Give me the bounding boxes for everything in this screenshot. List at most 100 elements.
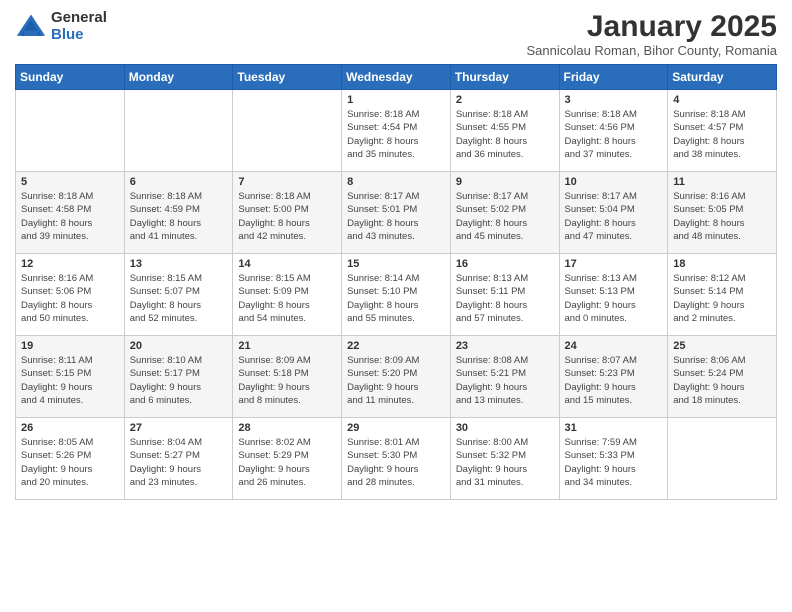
day-number: 20 [130,340,228,352]
calendar-cell [16,90,125,172]
calendar-cell: 10Sunrise: 8:17 AM Sunset: 5:04 PM Dayli… [559,172,668,254]
calendar-cell: 25 Sunrise: 8:06 AM Sunset: 5:24 PM Dayli… [668,336,777,418]
day-info: Sunrise: 8:07 AM Sunset: 5:23 PM Dayligh… [565,354,663,407]
calendar-cell: 21 Sunrise: 8:09 AM Sunset: 5:18 PM Dayli… [233,336,342,418]
calendar-cell: 1Sunrise: 8:18 AM Sunset: 4:54 PM Daylig… [342,90,451,172]
calendar-title: January 2025 [526,10,777,43]
logo: General Blue [15,10,107,43]
day-info: Sunrise: 8:16 AM Sunset: 5:05 PM Dayligh… [673,190,771,243]
day-number: 4 [673,94,771,106]
day-info: Sunrise: 8:18 AM Sunset: 4:58 PM Dayligh… [21,190,119,243]
day-info: Sunrise: 8:18 AM Sunset: 4:55 PM Dayligh… [456,108,554,161]
day-number: 13 [130,258,228,270]
day-info: Sunrise: 8:13 AM Sunset: 5:13 PM Dayligh… [565,272,663,325]
calendar-cell: 14 Sunrise: 8:15 AM Sunset: 5:09 PM Dayli… [233,254,342,336]
calendar-cell: 16Sunrise: 8:13 AM Sunset: 5:11 PM Dayli… [450,254,559,336]
day-info: Sunrise: 7:59 AM Sunset: 5:33 PM Dayligh… [565,436,663,489]
calendar-cell: 2 Sunrise: 8:18 AM Sunset: 4:55 PM Daylig… [450,90,559,172]
logo-blue-text: Blue [51,27,107,44]
calendar-cell: 4 Sunrise: 8:18 AM Sunset: 4:57 PM Daylig… [668,90,777,172]
calendar-cell: 23 Sunrise: 8:08 AM Sunset: 5:21 PM Dayli… [450,336,559,418]
day-number: 2 [456,94,554,106]
day-info: Sunrise: 8:15 AM Sunset: 5:09 PM Dayligh… [238,272,336,325]
day-info: Sunrise: 8:04 AM Sunset: 5:27 PM Dayligh… [130,436,228,489]
calendar-cell: 13 Sunrise: 8:15 AM Sunset: 5:07 PM Dayli… [124,254,233,336]
day-number: 5 [21,176,119,188]
weekday-header-friday: Friday [559,65,668,90]
calendar-cell: 22 Sunrise: 8:09 AM Sunset: 5:20 PM Dayli… [342,336,451,418]
day-number: 24 [565,340,663,352]
day-info: Sunrise: 8:14 AM Sunset: 5:10 PM Dayligh… [347,272,445,325]
day-number: 12 [21,258,119,270]
calendar-cell: 17 Sunrise: 8:13 AM Sunset: 5:13 PM Dayli… [559,254,668,336]
week-row-2: 5 Sunrise: 8:18 AM Sunset: 4:58 PM Daylig… [16,172,777,254]
calendar-cell: 26 Sunrise: 8:05 AM Sunset: 5:26 PM Dayli… [16,418,125,500]
calendar-cell: 28 Sunrise: 8:02 AM Sunset: 5:29 PM Dayli… [233,418,342,500]
day-number: 31 [565,422,663,434]
day-info: Sunrise: 8:02 AM Sunset: 5:29 PM Dayligh… [238,436,336,489]
day-info: Sunrise: 8:01 AM Sunset: 5:30 PM Dayligh… [347,436,445,489]
day-info: Sunrise: 8:11 AM Sunset: 5:15 PM Dayligh… [21,354,119,407]
week-row-5: 26 Sunrise: 8:05 AM Sunset: 5:26 PM Dayli… [16,418,777,500]
day-number: 27 [130,422,228,434]
day-number: 3 [565,94,663,106]
weekday-header-thursday: Thursday [450,65,559,90]
calendar-cell: 3 Sunrise: 8:18 AM Sunset: 4:56 PM Daylig… [559,90,668,172]
day-info: Sunrise: 8:16 AM Sunset: 5:06 PM Dayligh… [21,272,119,325]
day-info: Sunrise: 8:15 AM Sunset: 5:07 PM Dayligh… [130,272,228,325]
day-number: 17 [565,258,663,270]
day-info: Sunrise: 8:08 AM Sunset: 5:21 PM Dayligh… [456,354,554,407]
day-info: Sunrise: 8:13 AM Sunset: 5:11 PM Dayligh… [456,272,554,325]
weekday-header-wednesday: Wednesday [342,65,451,90]
day-info: Sunrise: 8:00 AM Sunset: 5:32 PM Dayligh… [456,436,554,489]
day-number: 14 [238,258,336,270]
calendar-cell: 6Sunrise: 8:18 AM Sunset: 4:59 PM Daylig… [124,172,233,254]
day-info: Sunrise: 8:17 AM Sunset: 5:01 PM Dayligh… [347,190,445,243]
day-number: 28 [238,422,336,434]
calendar-cell: 30 Sunrise: 8:00 AM Sunset: 5:32 PM Dayli… [450,418,559,500]
week-row-4: 19 Sunrise: 8:11 AM Sunset: 5:15 PM Dayli… [16,336,777,418]
day-info: Sunrise: 8:18 AM Sunset: 4:54 PM Dayligh… [347,108,445,161]
day-number: 19 [21,340,119,352]
day-number: 29 [347,422,445,434]
weekday-header-saturday: Saturday [668,65,777,90]
day-number: 21 [238,340,336,352]
calendar-cell: 27 Sunrise: 8:04 AM Sunset: 5:27 PM Dayli… [124,418,233,500]
day-number: 7 [238,176,336,188]
day-number: 8 [347,176,445,188]
title-block: January 2025 Sannicolau Roman, Bihor Cou… [526,10,777,58]
weekday-header-monday: Monday [124,65,233,90]
calendar-cell: 7 Sunrise: 8:18 AM Sunset: 5:00 PM Daylig… [233,172,342,254]
day-info: Sunrise: 8:09 AM Sunset: 5:20 PM Dayligh… [347,354,445,407]
day-info: Sunrise: 8:18 AM Sunset: 4:59 PM Dayligh… [130,190,228,243]
weekday-header-sunday: Sunday [16,65,125,90]
calendar-cell: 31 Sunrise: 7:59 AM Sunset: 5:33 PM Dayli… [559,418,668,500]
calendar-cell: 19 Sunrise: 8:11 AM Sunset: 5:15 PM Dayli… [16,336,125,418]
calendar-cell: 11Sunrise: 8:16 AM Sunset: 5:05 PM Dayli… [668,172,777,254]
day-number: 15 [347,258,445,270]
logo-text: General Blue [51,10,107,43]
day-info: Sunrise: 8:09 AM Sunset: 5:18 PM Dayligh… [238,354,336,407]
day-info: Sunrise: 8:18 AM Sunset: 4:57 PM Dayligh… [673,108,771,161]
calendar-cell: 15 Sunrise: 8:14 AM Sunset: 5:10 PM Dayli… [342,254,451,336]
day-number: 30 [456,422,554,434]
logo-icon [15,11,47,43]
day-number: 23 [456,340,554,352]
calendar-cell: 20 Sunrise: 8:10 AM Sunset: 5:17 PM Dayli… [124,336,233,418]
day-info: Sunrise: 8:06 AM Sunset: 5:24 PM Dayligh… [673,354,771,407]
week-row-3: 12 Sunrise: 8:16 AM Sunset: 5:06 PM Dayli… [16,254,777,336]
logo-general-text: General [51,10,107,27]
day-info: Sunrise: 8:18 AM Sunset: 4:56 PM Dayligh… [565,108,663,161]
day-info: Sunrise: 8:12 AM Sunset: 5:14 PM Dayligh… [673,272,771,325]
day-number: 25 [673,340,771,352]
calendar-cell: 9Sunrise: 8:17 AM Sunset: 5:02 PM Daylig… [450,172,559,254]
weekday-header-tuesday: Tuesday [233,65,342,90]
day-info: Sunrise: 8:10 AM Sunset: 5:17 PM Dayligh… [130,354,228,407]
calendar-cell: 5 Sunrise: 8:18 AM Sunset: 4:58 PM Daylig… [16,172,125,254]
week-row-1: 1Sunrise: 8:18 AM Sunset: 4:54 PM Daylig… [16,90,777,172]
day-number: 26 [21,422,119,434]
day-number: 22 [347,340,445,352]
weekday-header-row: SundayMondayTuesdayWednesdayThursdayFrid… [16,65,777,90]
day-info: Sunrise: 8:18 AM Sunset: 5:00 PM Dayligh… [238,190,336,243]
day-info: Sunrise: 8:05 AM Sunset: 5:26 PM Dayligh… [21,436,119,489]
